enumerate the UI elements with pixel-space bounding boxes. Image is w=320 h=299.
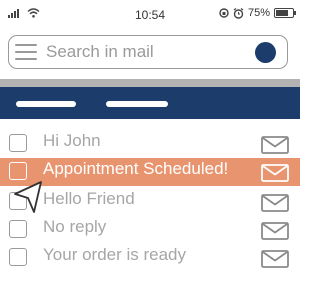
divider-band [0, 79, 300, 87]
email-checkbox[interactable] [9, 220, 27, 238]
email-checkbox[interactable] [9, 134, 27, 152]
email-row[interactable]: No reply [0, 216, 300, 244]
email-subject: Hello Friend [43, 189, 135, 208]
rotation-lock-icon [219, 8, 229, 18]
battery-percent: 75% [247, 7, 270, 19]
email-subject: Hi John [43, 131, 101, 150]
hamburger-menu-icon[interactable] [15, 43, 37, 61]
avatar[interactable] [255, 42, 276, 63]
tab-secondary[interactable] [106, 101, 168, 107]
email-row[interactable]: Your order is ready [0, 244, 300, 272]
email-checkbox[interactable] [9, 162, 27, 180]
pointer-cursor-icon [14, 181, 42, 213]
tab-primary[interactable] [16, 101, 76, 107]
email-checkbox[interactable] [9, 248, 27, 266]
battery-icon [274, 8, 296, 18]
alarm-clock-icon [233, 7, 244, 19]
status-bar: 10:54 75% [0, 0, 300, 30]
search-bar[interactable] [8, 35, 288, 69]
mail-icon[interactable] [261, 194, 289, 212]
mail-icon[interactable] [261, 222, 289, 240]
email-subject: No reply [43, 217, 107, 236]
email-subject: Appointment Scheduled! [43, 159, 229, 178]
email-row[interactable]: Hi John [0, 130, 300, 158]
search-input[interactable] [46, 40, 241, 64]
mail-icon[interactable] [261, 164, 289, 182]
email-subject: Your order is ready [43, 245, 187, 264]
status-right: 75% [219, 7, 296, 19]
mail-icon[interactable] [261, 250, 289, 268]
mail-icon[interactable] [261, 136, 289, 154]
